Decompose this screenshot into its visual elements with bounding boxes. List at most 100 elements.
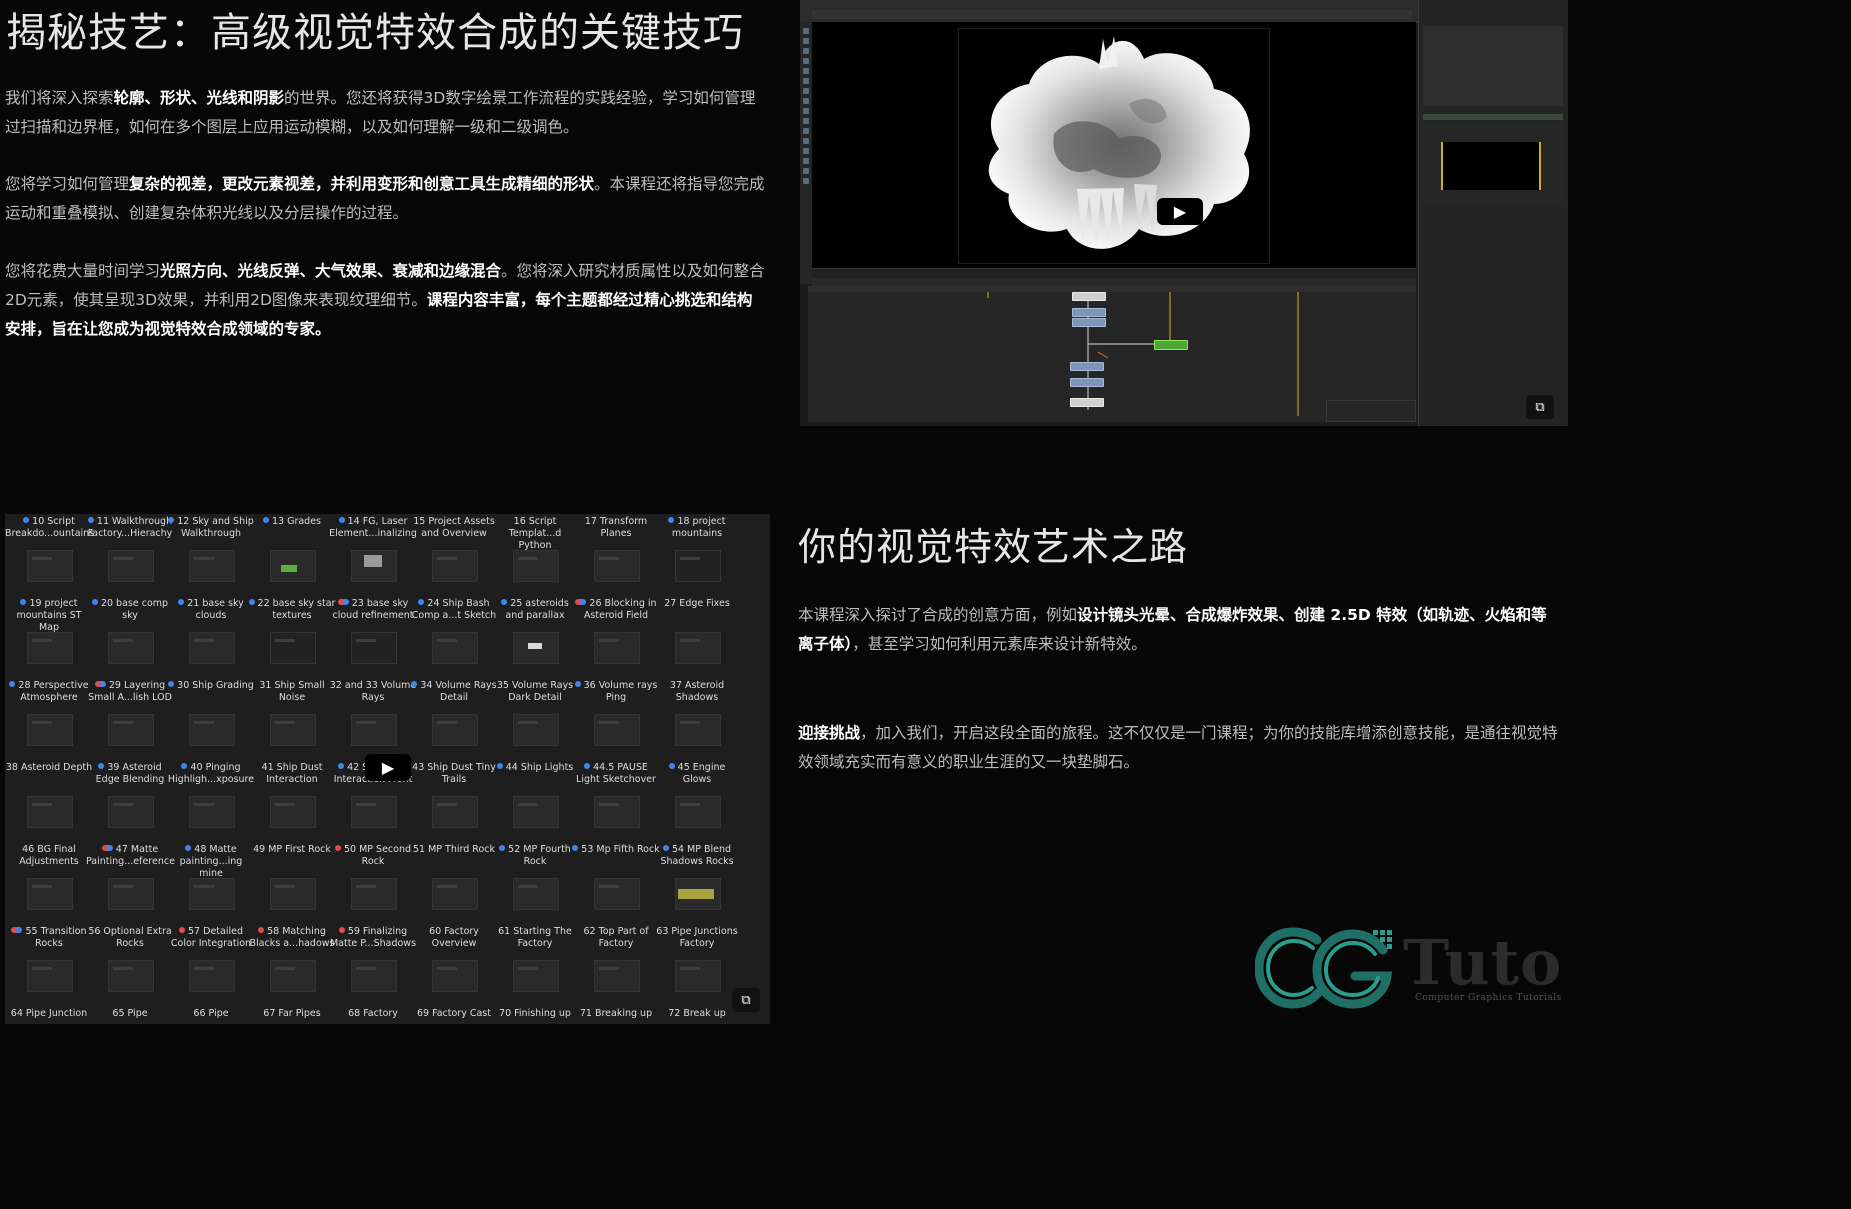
- lesson-file-label: 35 Volume Rays Dark Detail: [491, 680, 579, 704]
- node-selected[interactable]: [1154, 340, 1188, 350]
- lesson-file-item[interactable]: 31 Ship Small Noise: [252, 678, 332, 760]
- lesson-file-item[interactable]: 39 Asteroid Edge Blending: [90, 760, 170, 842]
- lesson-file-name: 18 project mountains: [671, 516, 726, 539]
- lesson-file-item[interactable]: 69 Factory Cast: [414, 1006, 494, 1024]
- lesson-file-item[interactable]: 22 base sky star textures: [248, 596, 335, 678]
- lesson-file-item[interactable]: 46 BG Final Adjustments: [9, 842, 89, 924]
- inspector-panel[interactable]: [1418, 0, 1568, 426]
- lesson-file-item[interactable]: 13 Grades: [252, 514, 332, 596]
- lesson-thumbnail: [351, 878, 397, 910]
- paragraph-4: 本课程深入探讨了合成的创意方面，例如设计镜头光晕、合成爆炸效果、创建 2.5D …: [798, 601, 1558, 659]
- node-loader[interactable]: [1072, 292, 1106, 301]
- lesson-file-item[interactable]: 45 Engine Glows: [657, 760, 737, 842]
- lesson-file-item[interactable]: 62 Top Part of Factory: [576, 924, 656, 1006]
- lesson-file-item[interactable]: 29 Layering Small A...lish LOD: [88, 678, 172, 760]
- lesson-file-item[interactable]: 51 MP Third Rock: [413, 842, 495, 924]
- play-button[interactable]: ▶: [1157, 198, 1203, 225]
- lesson-file-item[interactable]: 36 Volume rays Ping: [574, 678, 657, 760]
- lesson-file-label: 37 Asteroid Shadows: [653, 680, 741, 704]
- lesson-file-item[interactable]: 52 MP Fourth Rock: [495, 842, 575, 924]
- lesson-file-item[interactable]: 10 Script Breakdo...ountains: [5, 514, 94, 596]
- node-graph[interactable]: [808, 292, 1416, 422]
- node-blur[interactable]: [1072, 318, 1106, 327]
- picture-in-picture-button[interactable]: ⧉: [732, 988, 760, 1012]
- lesson-file-item[interactable]: 61 Starting The Factory: [495, 924, 575, 1006]
- lesson-thumbnail: [513, 878, 559, 910]
- tag-dot-icon: [337, 599, 349, 605]
- paragraph-run: 光照方向、光线反弹、大气效果、衰减和边缘混合: [160, 262, 502, 280]
- lesson-file-item[interactable]: 34 Volume Rays Detail: [411, 678, 497, 760]
- lesson-file-item[interactable]: 26 Blocking in Asteroid Field: [575, 596, 657, 678]
- playback-controls[interactable]: [812, 278, 1416, 286]
- lesson-file-label: 32 and 33 Volume Rays: [329, 680, 417, 704]
- lesson-file-item[interactable]: 11 Walkthrough Factory...Hierachy: [88, 514, 172, 596]
- picture-in-picture-button[interactable]: ⧉: [1526, 395, 1554, 419]
- lesson-file-item[interactable]: 67 Far Pipes: [252, 1006, 332, 1024]
- lesson-file-item[interactable]: 44.5 PAUSE Light Sketchover: [576, 760, 656, 842]
- lesson-file-item[interactable]: 19 project mountains ST Map: [9, 596, 89, 678]
- lesson-file-item[interactable]: 40 Pinging Highligh...xposure: [168, 760, 254, 842]
- lesson-file-item[interactable]: 27 Edge Fixes: [657, 596, 737, 678]
- compositing-video-player[interactable]: ▶ ⧉: [800, 0, 1568, 426]
- lesson-file-item[interactable]: 43 Ship Dust Tiny Trails: [412, 760, 496, 842]
- lesson-file-item[interactable]: 63 Pipe Junctions Factory: [656, 924, 738, 1006]
- paragraph-run: 复杂的视差，更改元素视差，并利用变形和创意工具生成精细的形状: [129, 175, 595, 193]
- node-color[interactable]: [1070, 378, 1104, 387]
- lesson-file-item[interactable]: 64 Pipe Junction: [9, 1006, 89, 1024]
- lesson-file-item[interactable]: 20 base comp sky: [90, 596, 170, 678]
- lesson-file-item[interactable]: 53 Mp Fifth Rock: [572, 842, 660, 924]
- lesson-file-item[interactable]: 32 and 33 Volume Rays: [330, 678, 416, 760]
- node-connections: [987, 292, 1299, 416]
- lesson-file-item[interactable]: 48 Matte painting...ing mine: [171, 842, 251, 924]
- play-button[interactable]: ▶: [365, 754, 411, 781]
- lesson-file-item[interactable]: 50 MP Second Rock: [333, 842, 413, 924]
- lesson-file-item[interactable]: 70 Finishing up: [495, 1006, 575, 1024]
- lesson-file-item[interactable]: 30 Ship Grading: [168, 678, 254, 760]
- lesson-file-item[interactable]: 55 Transition Rocks: [9, 924, 89, 1006]
- paragraph-run: 迎接挑战: [798, 724, 861, 742]
- node-merge[interactable]: [1070, 362, 1104, 371]
- lesson-file-item[interactable]: 59 Finalizing Matte P...Shadows: [330, 924, 416, 1006]
- lesson-file-item[interactable]: 66 Pipe: [171, 1006, 251, 1024]
- lesson-file-name: 21 base sky clouds: [187, 598, 244, 621]
- lesson-file-item[interactable]: 12 Sky and Ship Walkthrough: [168, 514, 254, 596]
- lesson-file-item[interactable]: 24 Ship Bash Comp a...t Sketch: [412, 596, 496, 678]
- lesson-file-item[interactable]: 28 Perspective Atmosphere: [9, 678, 89, 760]
- lesson-file-item[interactable]: 23 base sky cloud refinement: [333, 596, 413, 678]
- lesson-file-item[interactable]: 14 FG, Laser Element...inalizing: [329, 514, 417, 596]
- node-saver[interactable]: [1070, 398, 1104, 407]
- lesson-file-item[interactable]: 18 project mountains: [657, 514, 737, 596]
- lesson-file-name: 49 MP First Rock: [253, 844, 331, 855]
- lesson-file-item[interactable]: 16 Script Templat...d Python: [495, 514, 575, 596]
- lesson-file-item[interactable]: 71 Breaking up: [576, 1006, 656, 1024]
- lesson-file-item[interactable]: 49 MP First Rock: [252, 842, 332, 924]
- lesson-file-item[interactable]: 41 Ship Dust Interaction: [252, 760, 332, 842]
- lesson-file-name: 10 Script Breakdo...ountains: [5, 516, 95, 539]
- lesson-file-item[interactable]: 65 Pipe: [90, 1006, 170, 1024]
- lesson-browser-video-player[interactable]: 10 Script Breakdo...ountains 11 Walkthrou…: [5, 514, 770, 1024]
- lesson-file-label: 29 Layering Small A...lish LOD: [86, 680, 174, 704]
- lesson-file-item[interactable]: 68 Factory: [333, 1006, 413, 1024]
- lesson-file-item[interactable]: 38 Asteroid Depth: [6, 760, 92, 842]
- lesson-thumbnail: [351, 960, 397, 992]
- lesson-file-item[interactable]: 21 base sky clouds: [171, 596, 251, 678]
- lesson-file-item[interactable]: 35 Volume Rays Dark Detail: [495, 678, 575, 760]
- lesson-file-item[interactable]: 44 Ship Lights: [495, 760, 575, 842]
- lesson-file-item[interactable]: 37 Asteroid Shadows: [657, 678, 737, 760]
- lesson-file-item[interactable]: 54 MP Blend Shadows Rocks: [657, 842, 737, 924]
- lesson-file-item[interactable]: 15 Project Assets and Overview: [413, 514, 495, 596]
- lesson-file-name: 41 Ship Dust Interaction: [261, 762, 323, 785]
- lesson-file-item[interactable]: 72 Break up: [657, 1006, 737, 1024]
- lesson-file-item[interactable]: 17 Transform Planes: [576, 514, 656, 596]
- paragraph-run: 本课程深入探讨了合成的创意方面，例如: [798, 606, 1078, 624]
- lesson-thumbnail: [351, 714, 397, 746]
- tag-dot-icon: [499, 845, 506, 851]
- node-transform[interactable]: [1072, 308, 1106, 317]
- tag-dot-icon: [262, 517, 269, 523]
- lesson-file-item[interactable]: 58 Matching Blacks a...hadows: [250, 924, 334, 1006]
- lesson-file-item[interactable]: 57 Detailed Color Integration: [171, 924, 251, 1006]
- lesson-file-item[interactable]: 56 Optional Extra Rocks: [88, 924, 172, 1006]
- lesson-file-item[interactable]: 60 Factory Overview: [414, 924, 494, 1006]
- lesson-file-item[interactable]: 25 asteroids and parallax: [495, 596, 575, 678]
- lesson-file-item[interactable]: 47 Matte Painting...eference: [86, 842, 175, 924]
